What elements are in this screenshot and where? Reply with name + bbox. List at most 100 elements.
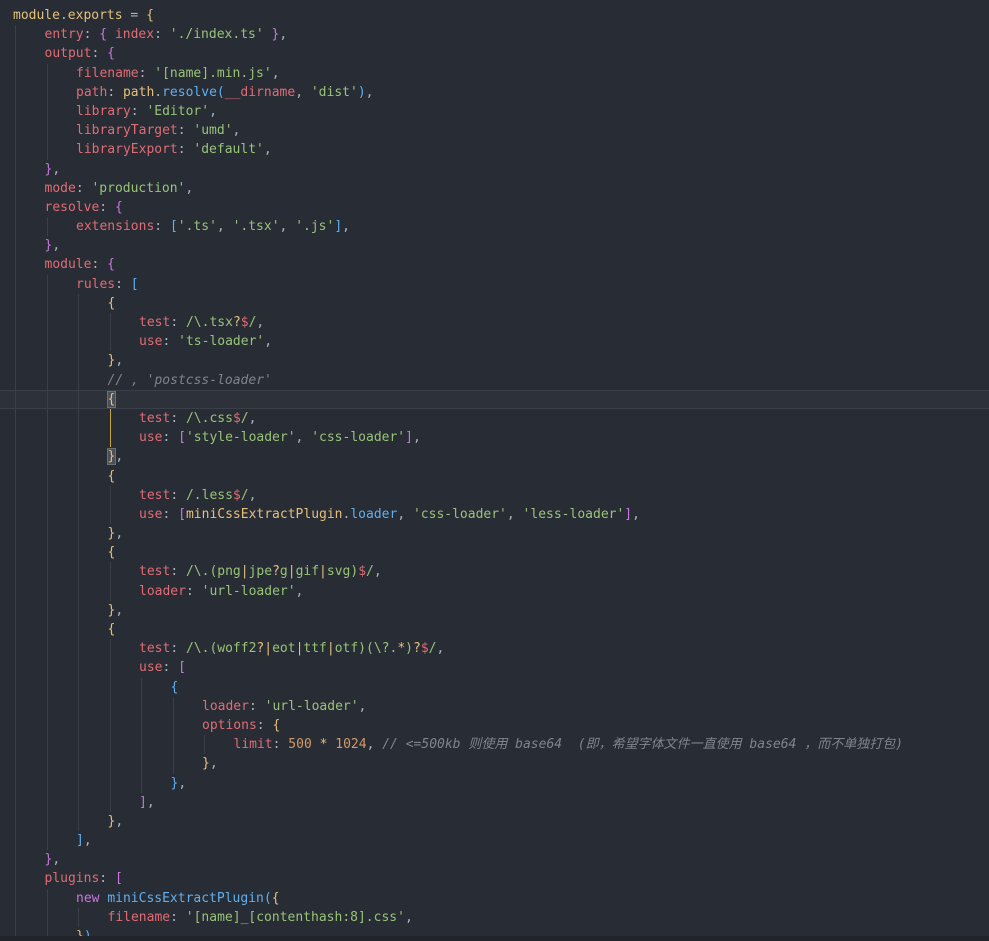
code-line[interactable]: library: 'Editor',: [0, 101, 989, 122]
code-line[interactable]: },: [0, 236, 989, 256]
indent-guide: [172, 754, 174, 774]
code-line[interactable]: rules: [: [0, 274, 989, 294]
code-line[interactable]: new miniCssExtractPlugin({: [0, 888, 989, 908]
code-token: path: [122, 84, 155, 100]
code-line[interactable]: use: 'ts-loader',: [0, 332, 989, 352]
code-line[interactable]: },: [0, 159, 989, 179]
code-line[interactable]: limit: 500 * 1024, // <=500kb 则使用 base64…: [0, 735, 989, 755]
code-line[interactable]: entry: { index: './index.ts' },: [0, 25, 989, 45]
code-token: *: [397, 641, 406, 657]
code-line[interactable]: loader: 'url-loader',: [0, 581, 989, 601]
code-token: ]: [334, 219, 343, 235]
code-token: ,: [83, 833, 92, 849]
code-line[interactable]: {: [0, 293, 989, 313]
code-line[interactable]: module: {: [0, 255, 989, 275]
code-token: loader: [139, 583, 186, 599]
code-line[interactable]: module.exports = {: [0, 6, 989, 25]
code-line[interactable]: {: [0, 543, 989, 563]
code-line[interactable]: {: [0, 389, 989, 409]
indent-guide: [78, 773, 79, 793]
code-lines[interactable]: module.exports = {entry: { index: './ind…: [0, 6, 989, 936]
code-token: ,: [232, 123, 241, 139]
indent-guide: [15, 658, 16, 678]
code-line[interactable]: use: ['style-loader', 'css-loader'],: [0, 428, 989, 448]
code-line[interactable]: },: [0, 351, 989, 371]
code-token: (: [263, 890, 272, 906]
code-token: ): [357, 84, 366, 100]
indent-guide: [109, 562, 111, 582]
code-token: :: [170, 315, 186, 330]
indent-guide: [15, 428, 16, 448]
code-line[interactable]: }),: [0, 927, 989, 936]
code-line[interactable]: },: [0, 773, 989, 793]
indent-guide: [141, 754, 142, 774]
code-line[interactable]: ],: [0, 831, 989, 851]
code-token: filename: [107, 909, 171, 925]
code-line[interactable]: test: /.less$/,: [0, 485, 989, 505]
code-line[interactable]: resolve: {: [0, 197, 989, 218]
code-token: ,: [92, 929, 100, 936]
code-line[interactable]: },: [0, 524, 989, 544]
code-line[interactable]: test: /\.css$/,: [0, 408, 989, 429]
indent-guide: [15, 620, 16, 640]
code-line[interactable]: test: /\.(png|jpe?g|gif|svg)$/,: [0, 562, 989, 582]
code-token: ,: [295, 430, 312, 446]
code-token: path: [76, 84, 108, 100]
indent-guide: [15, 907, 16, 927]
code-token: module: [13, 8, 60, 23]
code-token: ]: [405, 430, 413, 446]
indent-guide: [46, 715, 48, 736]
indent-guide: [78, 370, 79, 390]
code-line[interactable]: {: [0, 620, 989, 640]
indent-guide: [15, 408, 16, 429]
code-line[interactable]: test: /\.tsx?$/,: [0, 313, 989, 333]
indent-guide: [46, 351, 48, 371]
code-line[interactable]: },: [0, 754, 989, 774]
code-token: ,: [506, 506, 523, 522]
code-line[interactable]: mode: 'production',: [0, 178, 989, 198]
code-token: 1024: [335, 737, 367, 753]
code-line[interactable]: libraryExport: 'default',: [0, 140, 989, 160]
code-line[interactable]: output: {: [0, 44, 989, 64]
code-line[interactable]: loader: 'url-loader',: [0, 696, 989, 716]
indent-guide: [78, 581, 79, 601]
code-line[interactable]: options: {: [0, 715, 989, 736]
indent-guide: [15, 332, 16, 352]
code-token: }: [76, 929, 84, 936]
indent-guide: [46, 620, 48, 640]
code-token: {: [271, 890, 280, 906]
code-line[interactable]: },: [0, 811, 989, 832]
indent-guide: [15, 735, 16, 755]
indent-guide: [46, 332, 48, 352]
code-line[interactable]: // , 'postcss-loader': [0, 370, 989, 390]
code-line[interactable]: libraryTarget: 'umd',: [0, 121, 989, 141]
code-line[interactable]: },: [0, 600, 989, 620]
code-line[interactable]: filename: '[name]_[contenthash:8].css',: [0, 907, 989, 927]
code-token: ,: [436, 641, 445, 657]
indent-guide: [46, 428, 48, 448]
code-line[interactable]: path: path.resolve(__dirname, 'dist'),: [0, 82, 989, 102]
code-line[interactable]: use: [: [0, 658, 989, 678]
code-line[interactable]: plugins: [: [0, 869, 989, 889]
code-line[interactable]: extensions: ['.ts', '.tsx', '.js'],: [0, 217, 989, 237]
code-line[interactable]: use: [miniCssExtractPlugin.loader, 'css-…: [0, 504, 989, 525]
code-token: {: [114, 199, 123, 215]
code-line[interactable]: test: /\.(woff2?|eot|ttf|otf)(\?.*)?$/,: [0, 639, 989, 659]
indent-guide: [78, 389, 79, 409]
indent-guide: [78, 907, 79, 927]
code-editor[interactable]: module.exports = {entry: { index: './ind…: [0, 0, 989, 936]
code-token: index: [114, 27, 155, 43]
code-line[interactable]: },: [0, 447, 989, 467]
code-token: :: [75, 180, 92, 196]
code-line[interactable]: filename: '[name].min.js',: [0, 63, 989, 83]
code-token: ,: [412, 430, 421, 446]
indent-guide: [78, 428, 79, 448]
code-token: :: [162, 660, 179, 676]
code-line[interactable]: ],: [0, 792, 989, 812]
code-line[interactable]: {: [0, 466, 989, 486]
indent-guide: [46, 907, 48, 927]
indent-guide: [46, 313, 48, 333]
code-token: ,: [279, 27, 288, 43]
code-line[interactable]: },: [0, 850, 989, 870]
code-line[interactable]: {: [0, 677, 989, 697]
